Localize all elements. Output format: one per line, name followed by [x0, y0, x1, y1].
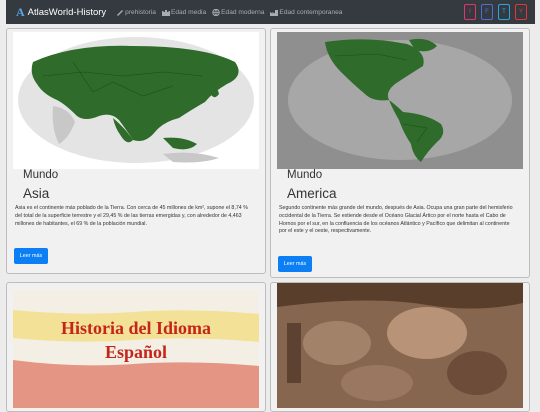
globe-icon — [212, 8, 220, 16]
brand[interactable]: A AtlasWorld-History — [16, 5, 106, 20]
fresco-painting-image — [277, 283, 523, 408]
nav-item-label: Edad contemporanea — [279, 8, 343, 16]
top-navbar: A AtlasWorld-History prehistoria Edad me… — [6, 0, 535, 24]
card-subtitle: Mundo — [23, 169, 59, 181]
card-description: Segundo continente más grande del mundo,… — [279, 205, 513, 235]
card-idioma: Historia del Idioma Español — [6, 282, 266, 412]
asia-map-image — [13, 32, 259, 169]
banner-text-line1: Historia del Idioma — [60, 318, 211, 338]
twitter-link[interactable]: T — [498, 4, 510, 20]
castle-icon — [161, 9, 170, 16]
card-asia: Mundo Asia Asia es el continente más pob… — [6, 28, 266, 274]
read-more-button[interactable]: Leer más — [14, 248, 48, 264]
facebook-link[interactable]: F — [481, 4, 493, 20]
nav-item-label: Edad media — [170, 8, 207, 16]
banner-text-line2: Español — [104, 342, 168, 362]
america-map-image — [277, 32, 523, 169]
card-fresco — [270, 282, 530, 412]
nav-item-prehistoria[interactable]: prehistoria — [116, 9, 156, 16]
nav-item-edad-moderna[interactable]: Edad moderna — [212, 8, 265, 16]
asia-globe-icon — [18, 37, 254, 163]
card-america: Mundo America Segundo continente más gra… — [270, 28, 530, 278]
nav-item-edad-contemporanea[interactable]: Edad contemporanea — [270, 9, 342, 16]
nav-item-edad-media[interactable]: Edad media — [161, 8, 207, 16]
factory-icon — [270, 9, 279, 16]
card-description: Asia es el continente más poblado de la … — [15, 205, 248, 227]
nav-item-label: prehistoria — [125, 8, 156, 16]
tools-icon — [117, 9, 124, 16]
card-title: America — [287, 186, 337, 201]
idioma-banner-image: Historia del Idioma Español — [13, 290, 259, 411]
card-title: Asia — [23, 186, 50, 201]
brand-logo: A — [16, 4, 25, 19]
nav-item-label: Edad moderna — [221, 8, 265, 16]
card-subtitle: Mundo — [287, 169, 323, 181]
social-links: I F T Y — [459, 4, 527, 20]
brand-title: AtlasWorld-History — [27, 6, 107, 18]
instagram-link[interactable]: I — [464, 4, 476, 20]
read-more-button[interactable]: Leer más — [278, 256, 312, 272]
america-globe-icon — [288, 38, 512, 162]
fresco-icon — [277, 283, 523, 408]
youtube-link[interactable]: Y — [515, 4, 527, 20]
main-nav: prehistoria Edad media Edad moderna Edad… — [116, 8, 348, 16]
